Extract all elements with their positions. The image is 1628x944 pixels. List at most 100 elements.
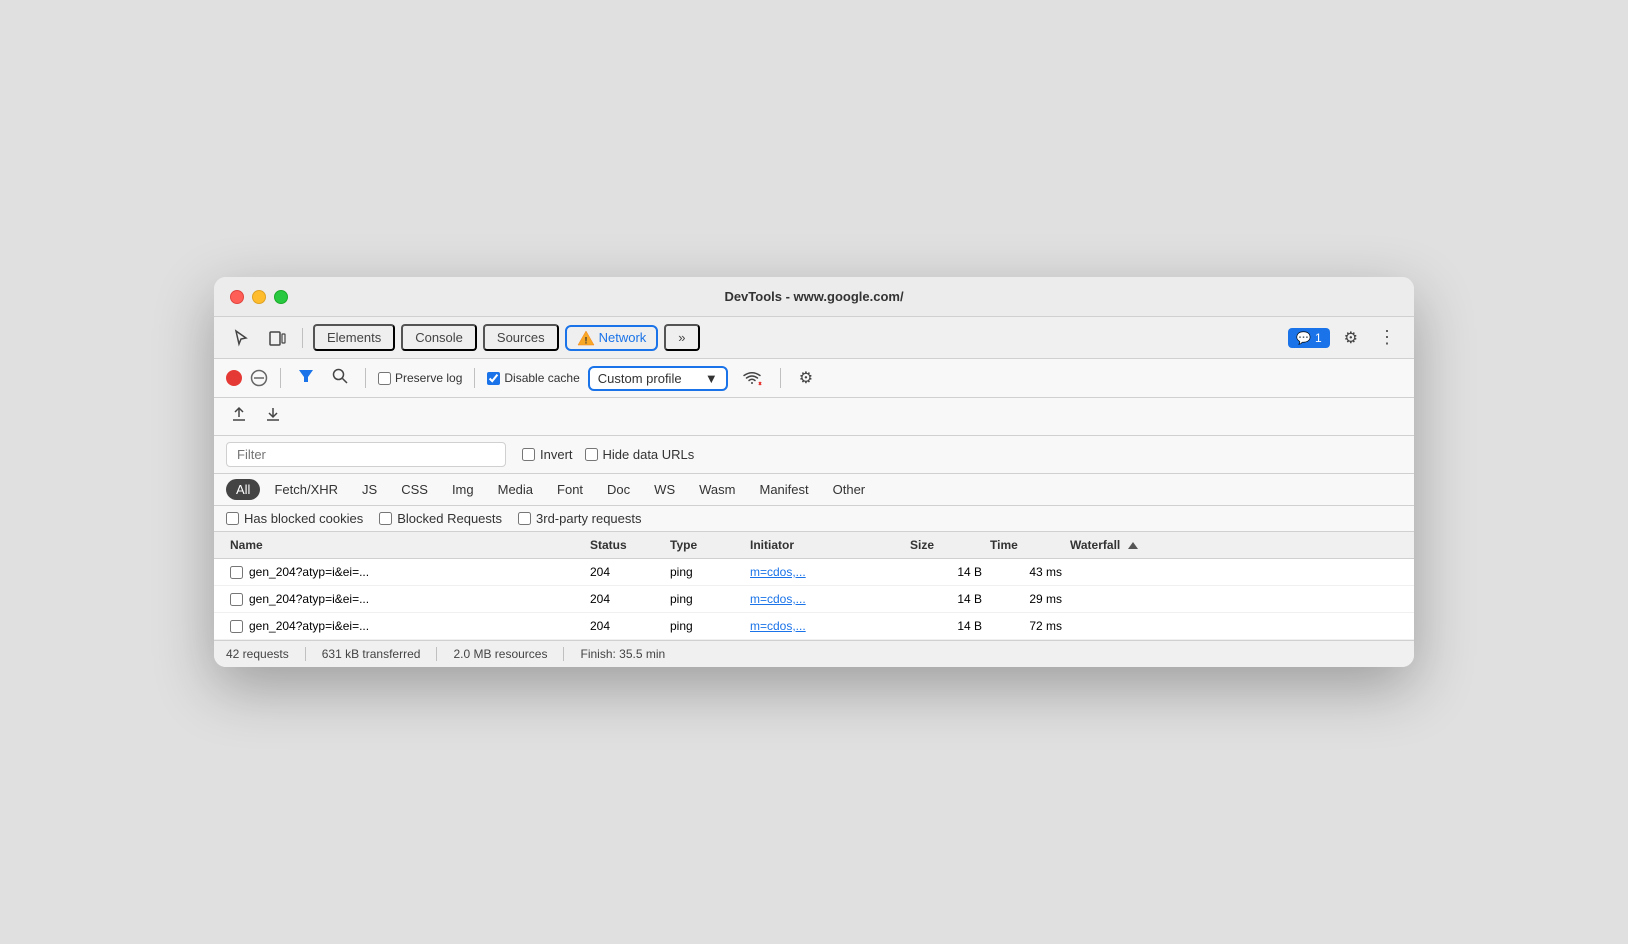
devtools-window: DevTools - www.google.com/ Elements Cons… [214,277,1414,667]
traffic-lights [230,290,288,304]
settings-button[interactable]: ⚙ [1338,324,1364,352]
row-1-size-cell: 14 B [906,559,986,585]
row-1-type-cell: ping [666,559,746,585]
row-2-type-cell: ping [666,586,746,612]
nt-separator-4 [780,368,781,388]
col-type[interactable]: Type [666,536,746,554]
row-3-waterfall-cell [1066,620,1402,632]
inspect-element-button[interactable] [226,325,256,351]
row-2-initiator-cell[interactable]: m=cdos,... [746,586,906,612]
col-name[interactable]: Name [226,536,586,554]
type-filter-font[interactable]: Font [547,479,593,500]
third-party-checkbox[interactable] [518,512,531,525]
requests-count: 42 requests [226,647,306,661]
type-filter-media[interactable]: Media [488,479,543,500]
gear-settings-icon: ⚙ [799,368,813,388]
type-filter-css[interactable]: CSS [391,479,438,500]
invert-label[interactable]: Invert [522,447,573,462]
row-1-checkbox[interactable] [230,566,243,579]
third-party-label[interactable]: 3rd-party requests [518,511,642,526]
row-3-time-cell: 72 ms [986,613,1066,639]
network-toolbar: Preserve log Disable cache Custom profil… [214,359,1414,398]
row-3-checkbox[interactable] [230,620,243,633]
col-waterfall[interactable]: Waterfall [1066,536,1378,554]
type-filter-img[interactable]: Img [442,479,484,500]
maximize-button[interactable] [274,290,288,304]
finish-time: Finish: 35.5 min [580,647,681,661]
preserve-log-checkbox[interactable] [378,372,391,385]
toolbar-right: 💬 1 ⚙ ⋮ [1288,323,1402,352]
export-button[interactable] [260,403,286,430]
blocked-filter-bar: Has blocked cookies Blocked Requests 3rd… [214,506,1414,532]
device-toolbar-button[interactable] [262,325,292,351]
row-1-initiator-cell[interactable]: m=cdos,... [746,559,906,585]
table-header: Name Status Type Initiator Size Time Wat… [214,532,1414,559]
search-button[interactable] [327,365,353,392]
tab-more[interactable]: » [664,324,699,351]
custom-profile-label: Custom profile [598,371,682,386]
custom-profile-dropdown[interactable]: Custom profile ▼ [588,366,728,391]
cursor-icon [232,329,250,347]
filter-button[interactable] [293,365,319,392]
table-body: gen_204?atyp=i&ei=... 204 ping m=cdos,..… [214,559,1414,640]
type-filter-js[interactable]: JS [352,479,387,500]
tab-sources[interactable]: Sources [483,324,559,351]
filter-bar: Invert Hide data URLs [214,436,1414,474]
sort-ascending-icon [1128,542,1138,549]
row-3-name-cell: gen_204?atyp=i&ei=... [226,613,586,639]
blocked-requests-checkbox[interactable] [379,512,392,525]
disable-cache-label[interactable]: Disable cache [487,371,579,385]
table-row[interactable]: gen_204?atyp=i&ei=... 204 ping m=cdos,..… [214,613,1414,640]
throttle-wifi-button[interactable] [736,365,768,391]
device-icon [268,329,286,347]
blocked-requests-label[interactable]: Blocked Requests [379,511,502,526]
blocked-cookies-label[interactable]: Has blocked cookies [226,511,363,526]
row-1-status-cell: 204 [586,559,666,585]
col-size[interactable]: Size [906,536,986,554]
row-2-waterfall-cell [1066,593,1402,605]
type-filter-ws[interactable]: WS [644,479,685,500]
window-title: DevTools - www.google.com/ [724,289,903,304]
tab-bar: Elements Console Sources ! Network » 💬 1… [214,317,1414,359]
invert-checkbox[interactable] [522,448,535,461]
badge-count: 1 [1315,331,1322,345]
type-filter-all[interactable]: All [226,479,260,500]
row-3-initiator-cell[interactable]: m=cdos,... [746,613,906,639]
type-filter-doc[interactable]: Doc [597,479,640,500]
hide-data-urls-label[interactable]: Hide data URLs [585,447,695,462]
table-row[interactable]: gen_204?atyp=i&ei=... 204 ping m=cdos,..… [214,586,1414,613]
more-options-button[interactable]: ⋮ [1372,323,1402,352]
row-2-name-cell: gen_204?atyp=i&ei=... [226,586,586,612]
type-filter-manifest[interactable]: Manifest [749,479,818,500]
row-3-size-cell: 14 B [906,613,986,639]
col-time[interactable]: Time [986,536,1066,554]
import-button[interactable] [226,403,252,430]
disable-cache-checkbox[interactable] [487,372,500,385]
hide-data-urls-checkbox[interactable] [585,448,598,461]
row-2-size-cell: 14 B [906,586,986,612]
col-initiator[interactable]: Initiator [746,536,906,554]
filter-input[interactable] [226,442,506,467]
tab-elements[interactable]: Elements [313,324,395,351]
tab-network[interactable]: ! Network [565,325,659,351]
clear-button[interactable] [250,369,268,387]
type-filter-fetch-xhr[interactable]: Fetch/XHR [264,479,348,500]
type-filter-wasm[interactable]: Wasm [689,479,745,500]
col-status[interactable]: Status [586,536,666,554]
preserve-log-label[interactable]: Preserve log [378,371,462,385]
network-settings-button[interactable]: ⚙ [793,364,819,392]
row-2-checkbox[interactable] [230,593,243,606]
minimize-button[interactable] [252,290,266,304]
type-filter-bar: All Fetch/XHR JS CSS Img Media Font Doc … [214,474,1414,506]
dropdown-chevron-icon: ▼ [705,371,718,386]
vertical-dots-icon: ⋮ [1378,327,1396,348]
type-filter-other[interactable]: Other [823,479,876,500]
close-button[interactable] [230,290,244,304]
blocked-cookies-checkbox[interactable] [226,512,239,525]
table-row[interactable]: gen_204?atyp=i&ei=... 204 ping m=cdos,..… [214,559,1414,586]
record-button[interactable] [226,370,242,386]
messages-badge-button[interactable]: 💬 1 [1288,328,1330,348]
nt-separator-3 [474,368,475,388]
upload-icon [230,405,248,423]
tab-console[interactable]: Console [401,324,477,351]
